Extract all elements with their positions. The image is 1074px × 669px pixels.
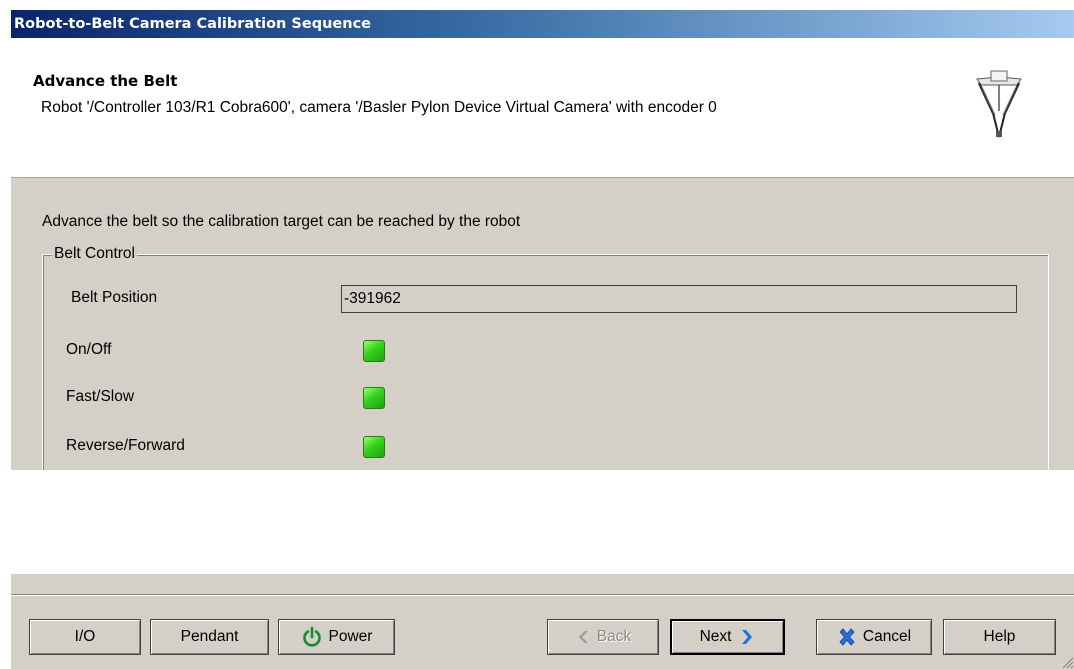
back-button[interactable]: Back — [547, 619, 659, 655]
window-title-bar: Robot-to-Belt Camera Calibration Sequenc… — [11, 10, 1074, 38]
wizard-header: Advance the Belt Robot '/Controller 103/… — [11, 38, 1074, 178]
io-button-label: I/O — [74, 628, 96, 645]
fast-slow-label: Fast/Slow — [66, 388, 135, 405]
footer-separator — [11, 594, 1074, 596]
belt-control-group: Belt Control Belt Position -391962 On/Of… — [42, 245, 1049, 486]
power-button-label: Power — [328, 628, 373, 645]
arrow-right-icon — [742, 630, 753, 644]
power-icon — [302, 626, 321, 647]
wizard-content: Advance the belt so the calibration targ… — [11, 178, 1074, 486]
step-subtitle: Robot '/Controller 103/R1 Cobra600', cam… — [41, 99, 717, 116]
next-button[interactable]: Next — [670, 619, 785, 655]
on-off-indicator[interactable] — [363, 340, 385, 362]
arrow-left-icon — [578, 631, 588, 643]
power-button[interactable]: Power — [278, 619, 395, 655]
x-icon — [839, 628, 855, 646]
wizard-footer: I/O Pendant Power Back Next Cancel Help — [11, 574, 1074, 669]
cancel-button[interactable]: Cancel — [816, 619, 932, 655]
belt-position-label: Belt Position — [71, 289, 158, 306]
step-title: Advance the Belt — [33, 72, 178, 90]
help-button[interactable]: Help — [943, 619, 1056, 655]
step-instruction: Advance the belt so the calibration targ… — [42, 213, 521, 230]
pendant-button[interactable]: Pendant — [150, 619, 269, 655]
calibration-wizard: Robot-to-Belt Camera Calibration Sequenc… — [11, 10, 1074, 669]
back-button-label: Back — [596, 628, 632, 645]
reverse-forward-label: Reverse/Forward — [66, 437, 185, 454]
blank-area — [11, 470, 1074, 574]
io-button[interactable]: I/O — [29, 619, 141, 655]
delta-robot-icon — [976, 70, 1022, 138]
reverse-forward-indicator[interactable] — [363, 436, 385, 458]
next-button-label: Next — [699, 628, 732, 645]
pendant-button-label: Pendant — [180, 628, 239, 645]
fast-slow-indicator[interactable] — [363, 387, 385, 409]
resize-grip-icon[interactable] — [1060, 655, 1074, 669]
help-button-label: Help — [983, 628, 1016, 645]
window-title: Robot-to-Belt Camera Calibration Sequenc… — [14, 16, 371, 32]
on-off-label: On/Off — [66, 341, 112, 358]
belt-control-legend: Belt Control — [52, 245, 137, 263]
belt-position-field: -391962 — [341, 285, 1017, 313]
cancel-button-label: Cancel — [862, 628, 912, 645]
